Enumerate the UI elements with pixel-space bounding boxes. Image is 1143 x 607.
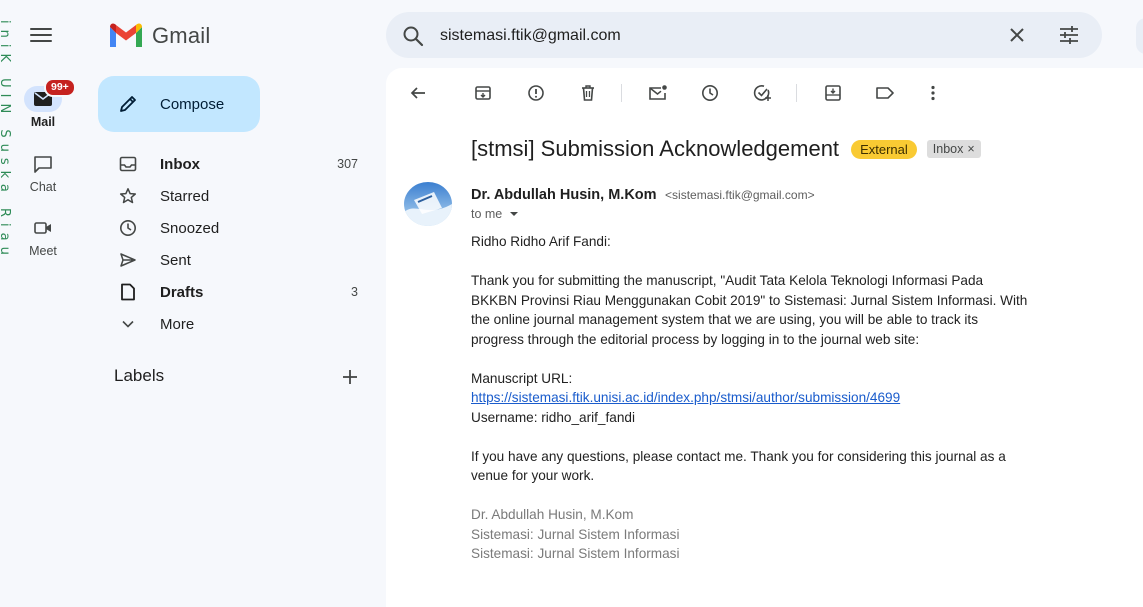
nav-item-drafts[interactable]: Drafts 3	[98, 276, 372, 308]
chat-icon	[34, 156, 52, 173]
video-camera-icon	[34, 222, 51, 234]
rail-label-chat: Chat	[29, 180, 57, 194]
compose-label: Compose	[160, 95, 225, 113]
rail-label-mail: Mail	[30, 115, 56, 129]
folder-nav: Inbox 307 Starred Snoozed Sent Drafts 3 …	[98, 148, 372, 340]
clock-icon	[702, 85, 718, 101]
signature-line: Dr. Abdullah Husin, M.Kom	[471, 507, 634, 522]
nav-label-starred: Starred	[160, 187, 210, 205]
back-button[interactable]	[406, 81, 430, 105]
search-input[interactable]	[438, 22, 982, 50]
compose-button[interactable]: Compose	[98, 76, 260, 132]
delete-button[interactable]	[576, 81, 600, 105]
label-icon	[876, 87, 894, 99]
recipient-details-toggle[interactable]: to me	[471, 207, 519, 221]
username-line: Username: ridho_arif_fandi	[471, 409, 635, 425]
alert-circle-icon	[528, 85, 544, 101]
external-tag: External	[851, 139, 917, 159]
message-toolbar	[386, 78, 986, 108]
toolbar-divider	[796, 84, 797, 102]
inbox-label-text: Inbox	[932, 142, 964, 156]
move-to-icon	[825, 85, 841, 101]
email-subject-row: [stmsi] Submission Acknowledgement Exter…	[471, 136, 981, 162]
pencil-icon	[120, 96, 136, 112]
message-panel: [stmsi] Submission Acknowledgement Exter…	[386, 68, 1143, 607]
main-menu-button[interactable]	[30, 24, 52, 48]
nav-label-more: More	[160, 315, 195, 333]
mark-unread-button[interactable]	[646, 81, 670, 105]
search-options-icon[interactable]	[1058, 24, 1080, 46]
email-paragraph: Thank you for submitting the manuscript,…	[471, 273, 1028, 347]
nav-item-snoozed[interactable]: Snoozed	[98, 212, 372, 244]
email-signature: Dr. Abdullah Husin, M.Kom Sistemasi: Jur…	[471, 505, 1031, 564]
remove-label-icon[interactable]: ×	[967, 142, 974, 156]
star-icon	[119, 188, 137, 204]
nav-item-starred[interactable]: Starred	[98, 180, 372, 212]
close-icon[interactable]	[1006, 24, 1028, 46]
app-rail: 99+ Mail Chat Meet	[12, 0, 84, 607]
toolbar-divider	[621, 84, 622, 102]
sender-line: Dr. Abdullah Husin, M.Kom <sistemasi.fti…	[471, 186, 815, 204]
nav-label-sent: Sent	[160, 251, 191, 269]
report-spam-button[interactable]	[524, 81, 548, 105]
gmail-m-icon	[110, 23, 142, 47]
add-task-icon	[753, 85, 771, 101]
inbox-label-chip[interactable]: Inbox ×	[926, 140, 981, 158]
rail-item-mail[interactable]: 99+ Mail	[12, 78, 76, 129]
rail-label-meet: Meet	[29, 244, 57, 258]
rail-item-chat[interactable]: Chat	[12, 151, 74, 194]
email-body: Ridho Ridho Arif Fandi: Thank you for su…	[471, 232, 1031, 564]
caret-down-icon	[509, 212, 518, 216]
gmail-logo[interactable]: Gmail	[108, 22, 210, 49]
arrow-left-icon	[410, 87, 425, 99]
send-icon	[120, 253, 136, 267]
draft-icon	[121, 283, 135, 301]
rail-item-meet[interactable]: Meet	[12, 215, 74, 258]
snooze-button[interactable]	[698, 81, 722, 105]
email-subject: [stmsi] Submission Acknowledgement	[471, 136, 840, 161]
trash-icon	[582, 85, 594, 101]
search-icon[interactable]	[402, 25, 424, 47]
labels-heading: Labels	[114, 366, 165, 385]
chevron-down-icon	[122, 320, 134, 328]
email-paragraph: If you have any questions, please contac…	[471, 448, 1006, 484]
archive-button[interactable]	[471, 81, 495, 105]
mail-unread-badge: 99+	[44, 78, 76, 97]
add-to-tasks-button[interactable]	[751, 81, 775, 105]
avatar-image	[404, 182, 452, 226]
inbox-icon	[119, 156, 137, 172]
manuscript-url-label: Manuscript URL:	[471, 370, 573, 386]
manuscript-url-link[interactable]: https://sistemasi.ftik.unisi.ac.id/index…	[471, 390, 900, 405]
email-greeting: Ridho Ridho Arif Fandi:	[471, 234, 611, 249]
nav-count-drafts: 3	[351, 285, 358, 299]
more-options-button[interactable]	[921, 81, 945, 105]
mark-unread-icon	[649, 85, 667, 100]
nav-count-inbox: 307	[337, 157, 358, 171]
nav-item-inbox[interactable]: Inbox 307	[98, 148, 372, 180]
signature-line: Sistemasi: Jurnal Sistem Informasi	[471, 546, 680, 561]
nav-item-sent[interactable]: Sent	[98, 244, 372, 276]
search-bar	[386, 12, 1102, 58]
logo-text: Gmail	[152, 22, 211, 48]
account-button-partial[interactable]	[1136, 18, 1143, 54]
archive-icon	[475, 86, 491, 100]
nav-item-more[interactable]: More	[98, 308, 372, 340]
plus-icon[interactable]	[342, 369, 358, 385]
clock-icon	[120, 220, 136, 236]
sender-avatar[interactable]	[404, 182, 452, 226]
recipient-text: to me	[471, 207, 503, 221]
sender-name[interactable]: Dr. Abdullah Husin, M.Kom	[471, 187, 657, 203]
label-button[interactable]	[873, 81, 897, 105]
edge-text: iniK UIN Suska Riau	[0, 20, 12, 261]
signature-line: Sistemasi: Jurnal Sistem Informasi	[471, 526, 680, 542]
nav-label-inbox: Inbox	[160, 155, 200, 173]
more-vertical-icon	[931, 85, 935, 101]
nav-label-drafts: Drafts	[160, 283, 204, 301]
move-to-button[interactable]	[821, 81, 845, 105]
sender-email: <sistemasi.ftik@gmail.com>	[665, 188, 815, 202]
nav-label-snoozed: Snoozed	[160, 219, 220, 237]
